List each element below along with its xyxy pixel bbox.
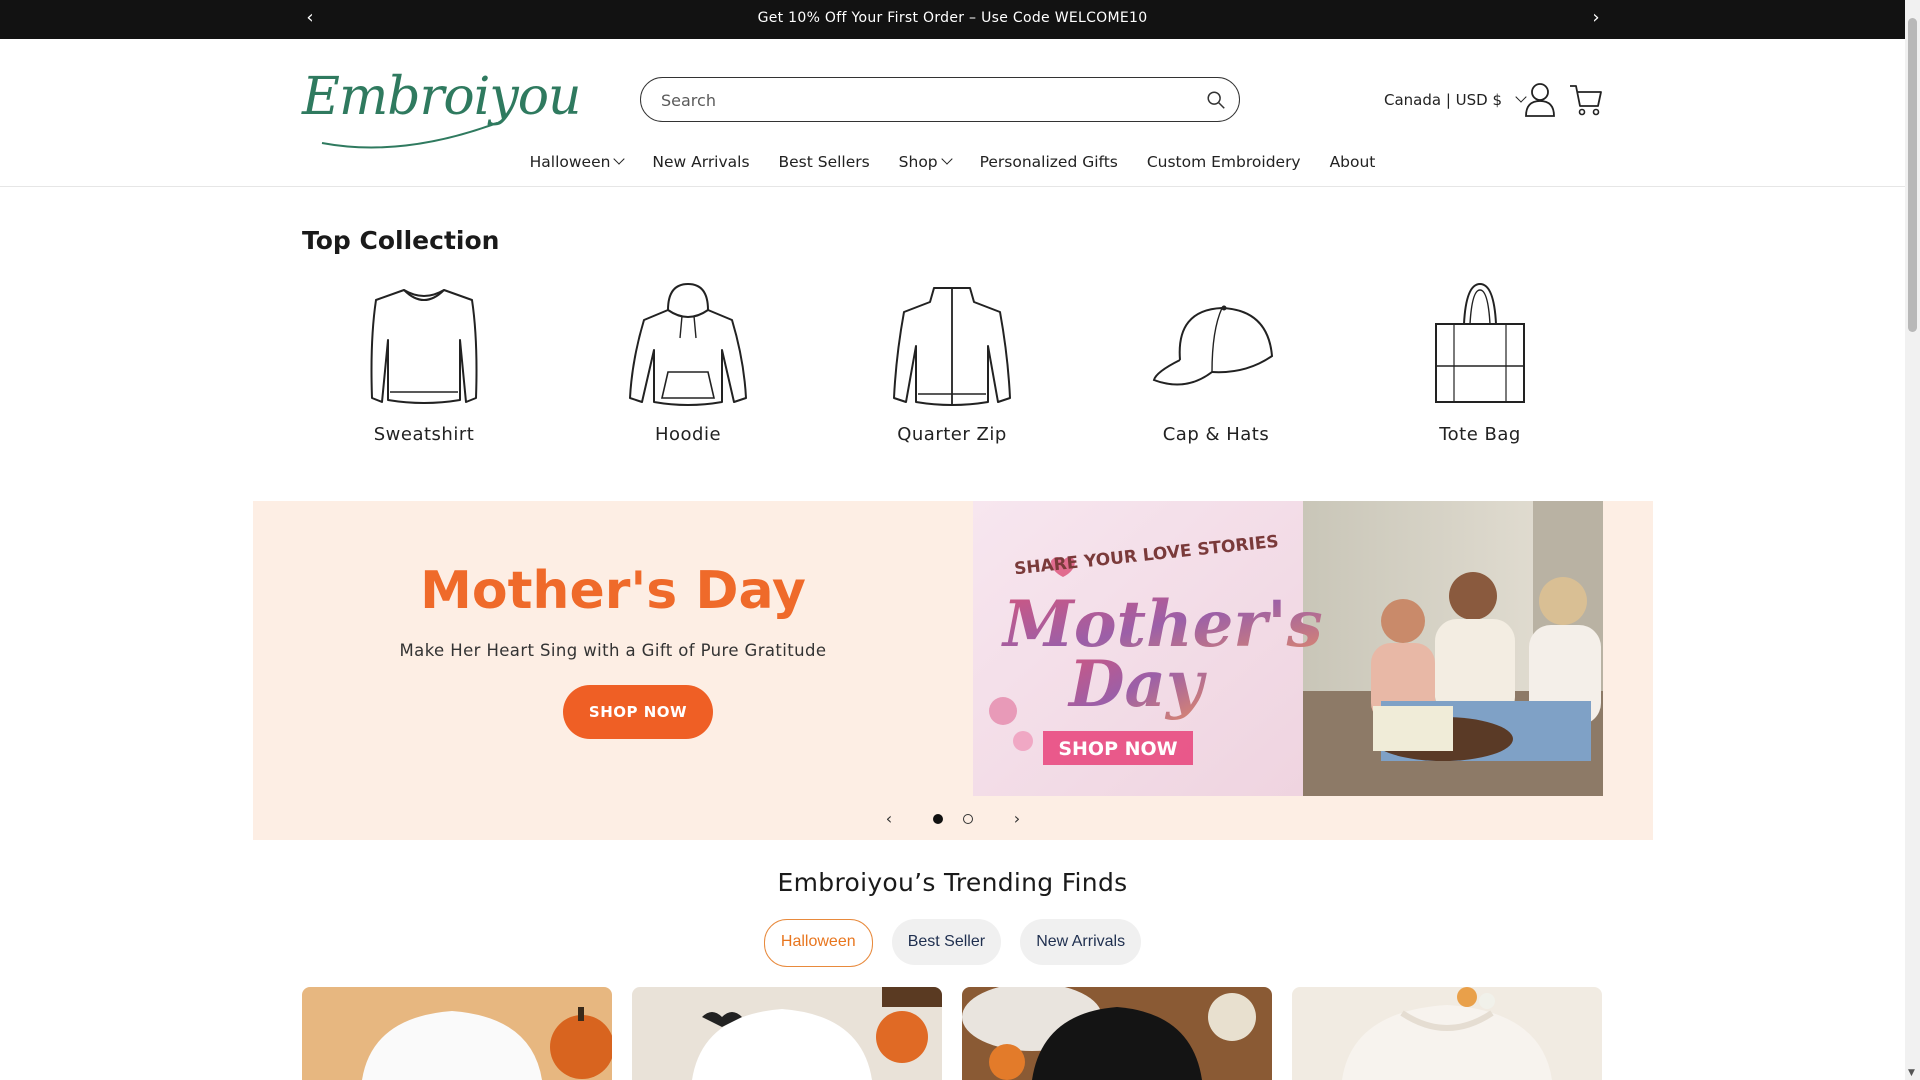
product-image	[632, 987, 942, 1080]
section-title-trending: Embroiyou’s Trending Finds	[777, 868, 1128, 897]
banner-subtitle: Make Her Heart Sing with a Gift of Pure …	[399, 641, 827, 660]
trending-tabs: Halloween Best Seller New Arrivals	[0, 919, 1905, 967]
carousel-prev-button[interactable]: ‹	[879, 809, 899, 829]
product-card[interactable]	[632, 987, 942, 1080]
product-image	[302, 987, 612, 1080]
hero-banner: Mother's Day Make Her Heart Sing with a …	[253, 501, 1653, 840]
collection-item-quarter-zip[interactable]: Quarter Zip	[862, 280, 1042, 445]
chevron-down-icon	[940, 153, 953, 165]
nav-item-about[interactable]: About	[1330, 153, 1376, 171]
logo-underline-icon	[321, 122, 498, 149]
nav-item-shop[interactable]: Shop	[898, 153, 953, 171]
product-card[interactable]	[1292, 987, 1602, 1080]
country-selector[interactable]: Canada | USD $	[1384, 91, 1527, 109]
collection-item-cap-hats[interactable]: Cap & Hats	[1126, 280, 1306, 445]
search-input[interactable]	[659, 78, 1183, 123]
tab-new-arrivals[interactable]: New Arrivals	[1020, 919, 1142, 965]
carousel-dot-2[interactable]	[963, 814, 973, 824]
chevron-down-icon	[613, 153, 626, 165]
collection-label: Cap & Hats	[1162, 424, 1270, 445]
section-title-top-collection: Top Collection	[302, 226, 500, 255]
product-card[interactable]	[302, 987, 612, 1080]
site-header: Embroiyou Canada | USD $ Halloween New A…	[0, 39, 1905, 187]
nav-item-custom-embroidery[interactable]: Custom Embroidery	[1147, 153, 1301, 171]
collection-label: Hoodie	[654, 424, 722, 445]
sweatshirt-icon	[370, 289, 478, 404]
nav-label: Halloween	[529, 153, 611, 171]
nav-item-personalized-gifts[interactable]: Personalized Gifts	[980, 153, 1118, 171]
collection-label: Quarter Zip	[897, 424, 1007, 445]
product-grid	[302, 987, 1604, 1080]
collection-label: Tote Bag	[1439, 424, 1521, 445]
nav-item-halloween[interactable]: Halloween	[529, 153, 626, 171]
banner-title: Mother's Day	[420, 561, 806, 621]
nav-item-new-arrivals[interactable]: New Arrivals	[652, 153, 749, 171]
scrollbar-thumb[interactable]	[1908, 18, 1917, 332]
banner-image[interactable]: SHARE YOUR LOVE STORIES Mother's Day SHO…	[973, 501, 1603, 796]
collection-item-tote-bag[interactable]: Tote Bag	[1390, 280, 1570, 445]
carousel-next-button[interactable]: ›	[1007, 809, 1027, 829]
collection-item-sweatshirt[interactable]: Sweatshirt	[334, 280, 514, 445]
nav-item-best-sellers[interactable]: Best Sellers	[778, 153, 869, 171]
carousel-dot-1[interactable]	[933, 814, 943, 824]
hoodie-icon	[629, 282, 747, 406]
carousel-controls: ‹ ›	[253, 809, 1653, 829]
cap-icon	[1152, 305, 1274, 386]
tab-halloween[interactable]: Halloween	[763, 919, 873, 967]
image-text-title2: Day	[1067, 647, 1207, 722]
main-nav: Halloween New Arrivals Best Sellers Shop…	[0, 153, 1905, 177]
tab-best-seller[interactable]: Best Seller	[891, 919, 1002, 965]
tote-bag-icon	[1435, 282, 1525, 403]
product-card[interactable]	[962, 987, 1272, 1080]
page-scrollbar[interactable]: ▼	[1905, 0, 1920, 1080]
collection-label: Sweatshirt	[373, 424, 475, 445]
quarter-zip-icon	[893, 287, 1011, 406]
mothers-day-photo: SHARE YOUR LOVE STORIES Mother's Day SHO…	[973, 501, 1603, 796]
search-bar	[640, 77, 1240, 123]
scroll-down-icon[interactable]: ▼	[1908, 1068, 1915, 1078]
search-icon[interactable]	[1205, 89, 1227, 111]
image-shop-now: SHOP NOW	[1058, 738, 1177, 760]
product-image	[1292, 987, 1602, 1080]
country-label: Canada | USD $	[1384, 91, 1503, 109]
cart-icon[interactable]	[1568, 83, 1604, 117]
top-collection: Sweatshirt Hoodie Quarter Zip Cap & Hats	[302, 280, 1602, 460]
banner-shop-now-button[interactable]: SHOP NOW	[563, 685, 713, 739]
announcement-text: Get 10% Off Your First Order – Use Code …	[757, 10, 1148, 26]
logo[interactable]: Embroiyou	[302, 63, 582, 153]
account-icon[interactable]	[1524, 81, 1556, 117]
announcement-bar: ‹ Get 10% Off Your First Order – Use Cod…	[0, 0, 1905, 39]
collection-item-hoodie[interactable]: Hoodie	[598, 280, 778, 445]
nav-label: Shop	[898, 153, 938, 171]
announcement-next-button[interactable]: ›	[1586, 8, 1606, 28]
product-image	[962, 987, 1272, 1080]
